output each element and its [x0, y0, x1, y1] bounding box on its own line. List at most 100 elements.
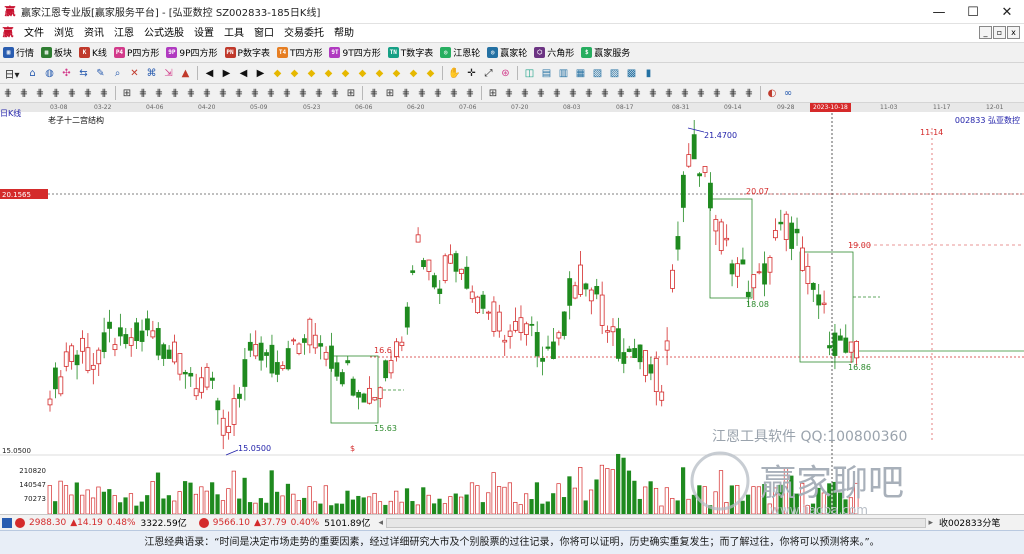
tool-1-icon[interactable]: ⌂ — [25, 65, 40, 81]
toolbar-hexagon-button[interactable]: ⬡ 六角形 — [531, 44, 578, 62]
indicator-36-icon[interactable]: ⋕ — [598, 85, 612, 101]
toolbar-blocks-button[interactable]: ▩ 板块 — [38, 44, 76, 62]
indicator-34-icon[interactable]: ⋕ — [566, 85, 580, 101]
tool-18-icon[interactable]: ◆ — [321, 65, 336, 81]
tool-23-icon[interactable]: ◆ — [406, 65, 421, 81]
toolbar-9t-square-button[interactable]: 9T 9T四方形 — [326, 44, 384, 62]
indicator-42-icon[interactable]: ⋕ — [694, 85, 708, 101]
indicator-27-icon[interactable]: ⋕ — [447, 85, 461, 101]
menu-browse[interactable]: 浏览 — [49, 24, 79, 43]
tool-10-icon[interactable]: ▲ — [178, 65, 193, 81]
indicator-29-icon[interactable]: ⊞ — [486, 85, 500, 101]
indicator-26-icon[interactable]: ⋕ — [431, 85, 445, 101]
indicator-37-icon[interactable]: ⋕ — [614, 85, 628, 101]
scroll-right-icon[interactable]: ▸ — [928, 518, 933, 528]
tool-20-icon[interactable]: ◆ — [355, 65, 370, 81]
tool-16-icon[interactable]: ◆ — [287, 65, 302, 81]
indicator-45-icon[interactable]: ⋕ — [742, 85, 756, 101]
tool-30-icon[interactable]: ▤ — [539, 65, 554, 81]
tool-25-icon[interactable]: ✋ — [447, 65, 462, 81]
indicator-46-icon[interactable]: ◐ — [765, 85, 779, 101]
tool-4-icon[interactable]: ⇆ — [76, 65, 91, 81]
tool-29-icon[interactable]: ◫ — [522, 65, 537, 81]
tool-13-icon[interactable]: ◀ — [236, 65, 251, 81]
indicator-41-icon[interactable]: ⋕ — [678, 85, 692, 101]
indicator-14-icon[interactable]: ⋕ — [232, 85, 246, 101]
tick-detail-label[interactable]: 收002833分笔 — [939, 516, 1000, 529]
indicator-47-icon[interactable]: ∞ — [781, 85, 795, 101]
tool-33-icon[interactable]: ▧ — [590, 65, 605, 81]
toolbar-winner-wheel-button[interactable]: ◎ 赢家轮 — [484, 44, 531, 62]
indicator-8-icon[interactable]: ⋕ — [136, 85, 150, 101]
menu-info[interactable]: 资讯 — [79, 24, 109, 43]
close-button[interactable]: ✕ — [990, 0, 1024, 24]
toolbar-t-square-button[interactable]: T4 T四方形 — [274, 44, 327, 62]
grid-icon[interactable] — [2, 517, 12, 528]
tool-7-icon[interactable]: ✕ — [127, 65, 142, 81]
indicator-17-icon[interactable]: ⋕ — [280, 85, 294, 101]
indicator-39-icon[interactable]: ⋕ — [646, 85, 660, 101]
indicator-31-icon[interactable]: ⋕ — [518, 85, 532, 101]
indicator-22-icon[interactable]: ⋕ — [367, 85, 381, 101]
tool-34-icon[interactable]: ▨ — [607, 65, 622, 81]
toolbar-kline-button[interactable]: K K线 — [76, 44, 111, 62]
menu-window[interactable]: 窗口 — [249, 24, 279, 43]
indicator-2-icon[interactable]: ⋕ — [33, 85, 47, 101]
toolbar-service-button[interactable]: $ 赢家服务 — [578, 44, 634, 62]
tool-28-icon[interactable]: ⊛ — [498, 65, 513, 81]
indicator-18-icon[interactable]: ⋕ — [296, 85, 310, 101]
indicator-32-icon[interactable]: ⋕ — [534, 85, 548, 101]
indicator-30-icon[interactable]: ⋕ — [502, 85, 516, 101]
indicator-43-icon[interactable]: ⋕ — [710, 85, 724, 101]
menu-settings[interactable]: 设置 — [189, 24, 219, 43]
indicator-23-icon[interactable]: ⊞ — [383, 85, 397, 101]
tool-26-icon[interactable]: ✛ — [464, 65, 479, 81]
tool-17-icon[interactable]: ◆ — [304, 65, 319, 81]
indicator-9-icon[interactable]: ⋕ — [152, 85, 166, 101]
tool-14-icon[interactable]: ▶ — [253, 65, 268, 81]
indicator-0-icon[interactable]: ⋕ — [1, 85, 15, 101]
toolbar-9p-square-button[interactable]: 9P 9P四方形 — [163, 44, 221, 62]
indicator-24-icon[interactable]: ⋕ — [399, 85, 413, 101]
mdi-minimize-button[interactable]: _ — [979, 26, 992, 39]
indicator-1-icon[interactable]: ⋕ — [17, 85, 31, 101]
tool-12-icon[interactable]: ▶ — [219, 65, 234, 81]
tool-24-icon[interactable]: ◆ — [423, 65, 438, 81]
indicator-25-icon[interactable]: ⋕ — [415, 85, 429, 101]
tool-32-icon[interactable]: ▦ — [573, 65, 588, 81]
tool-22-icon[interactable]: ◆ — [389, 65, 404, 81]
indicator-3-icon[interactable]: ⋕ — [49, 85, 63, 101]
tool-2-icon[interactable]: ◍ — [42, 65, 57, 81]
indicator-33-icon[interactable]: ⋕ — [550, 85, 564, 101]
mdi-restore-button[interactable]: ▫ — [993, 26, 1006, 39]
indicator-12-icon[interactable]: ⋕ — [200, 85, 214, 101]
indicator-38-icon[interactable]: ⋕ — [630, 85, 644, 101]
tool-36-icon[interactable]: ▮ — [641, 65, 656, 81]
tool-35-icon[interactable]: ▩ — [624, 65, 639, 81]
indicator-44-icon[interactable]: ⋕ — [726, 85, 740, 101]
toolbar-t-table-button[interactable]: TN T数字表 — [385, 44, 438, 62]
tool-3-icon[interactable]: ✣ — [59, 65, 74, 81]
tool-8-icon[interactable]: ⌘ — [144, 65, 159, 81]
indicator-7-icon[interactable]: ⊞ — [120, 85, 134, 101]
scroll-left-icon[interactable]: ◂ — [378, 518, 386, 528]
indicator-19-icon[interactable]: ⋕ — [312, 85, 326, 101]
indicator-10-icon[interactable]: ⋕ — [168, 85, 182, 101]
tool-11-icon[interactable]: ◀ — [202, 65, 217, 81]
mdi-close-button[interactable]: x — [1007, 26, 1020, 39]
indicator-20-icon[interactable]: ⋕ — [328, 85, 342, 101]
indicator-4-icon[interactable]: ⋕ — [65, 85, 79, 101]
maximize-button[interactable]: ☐ — [956, 0, 990, 24]
tool-31-icon[interactable]: ▥ — [556, 65, 571, 81]
indicator-35-icon[interactable]: ⋕ — [582, 85, 596, 101]
tool-21-icon[interactable]: ◆ — [372, 65, 387, 81]
tool-19-icon[interactable]: ◆ — [338, 65, 353, 81]
indicator-6-icon[interactable]: ⋕ — [97, 85, 111, 101]
toolbar-gann-wheel-button[interactable]: ◎ 江恩轮 — [437, 44, 484, 62]
menu-file[interactable]: 文件 — [19, 24, 49, 43]
minimize-button[interactable]: — — [922, 0, 956, 24]
kline-chart[interactable]: 20.1565 21.4700 15.0500 15.63 20.07 18.08 19.0… — [0, 103, 1024, 514]
toolbar-grid-button[interactable]: ▦ 行情 — [0, 44, 38, 62]
indicator-16-icon[interactable]: ⋕ — [264, 85, 278, 101]
kline-chart-area[interactable]: 03-08 03-22 04-06 04-20 05-09 05-23 06-06 06-20… — [0, 103, 1024, 514]
